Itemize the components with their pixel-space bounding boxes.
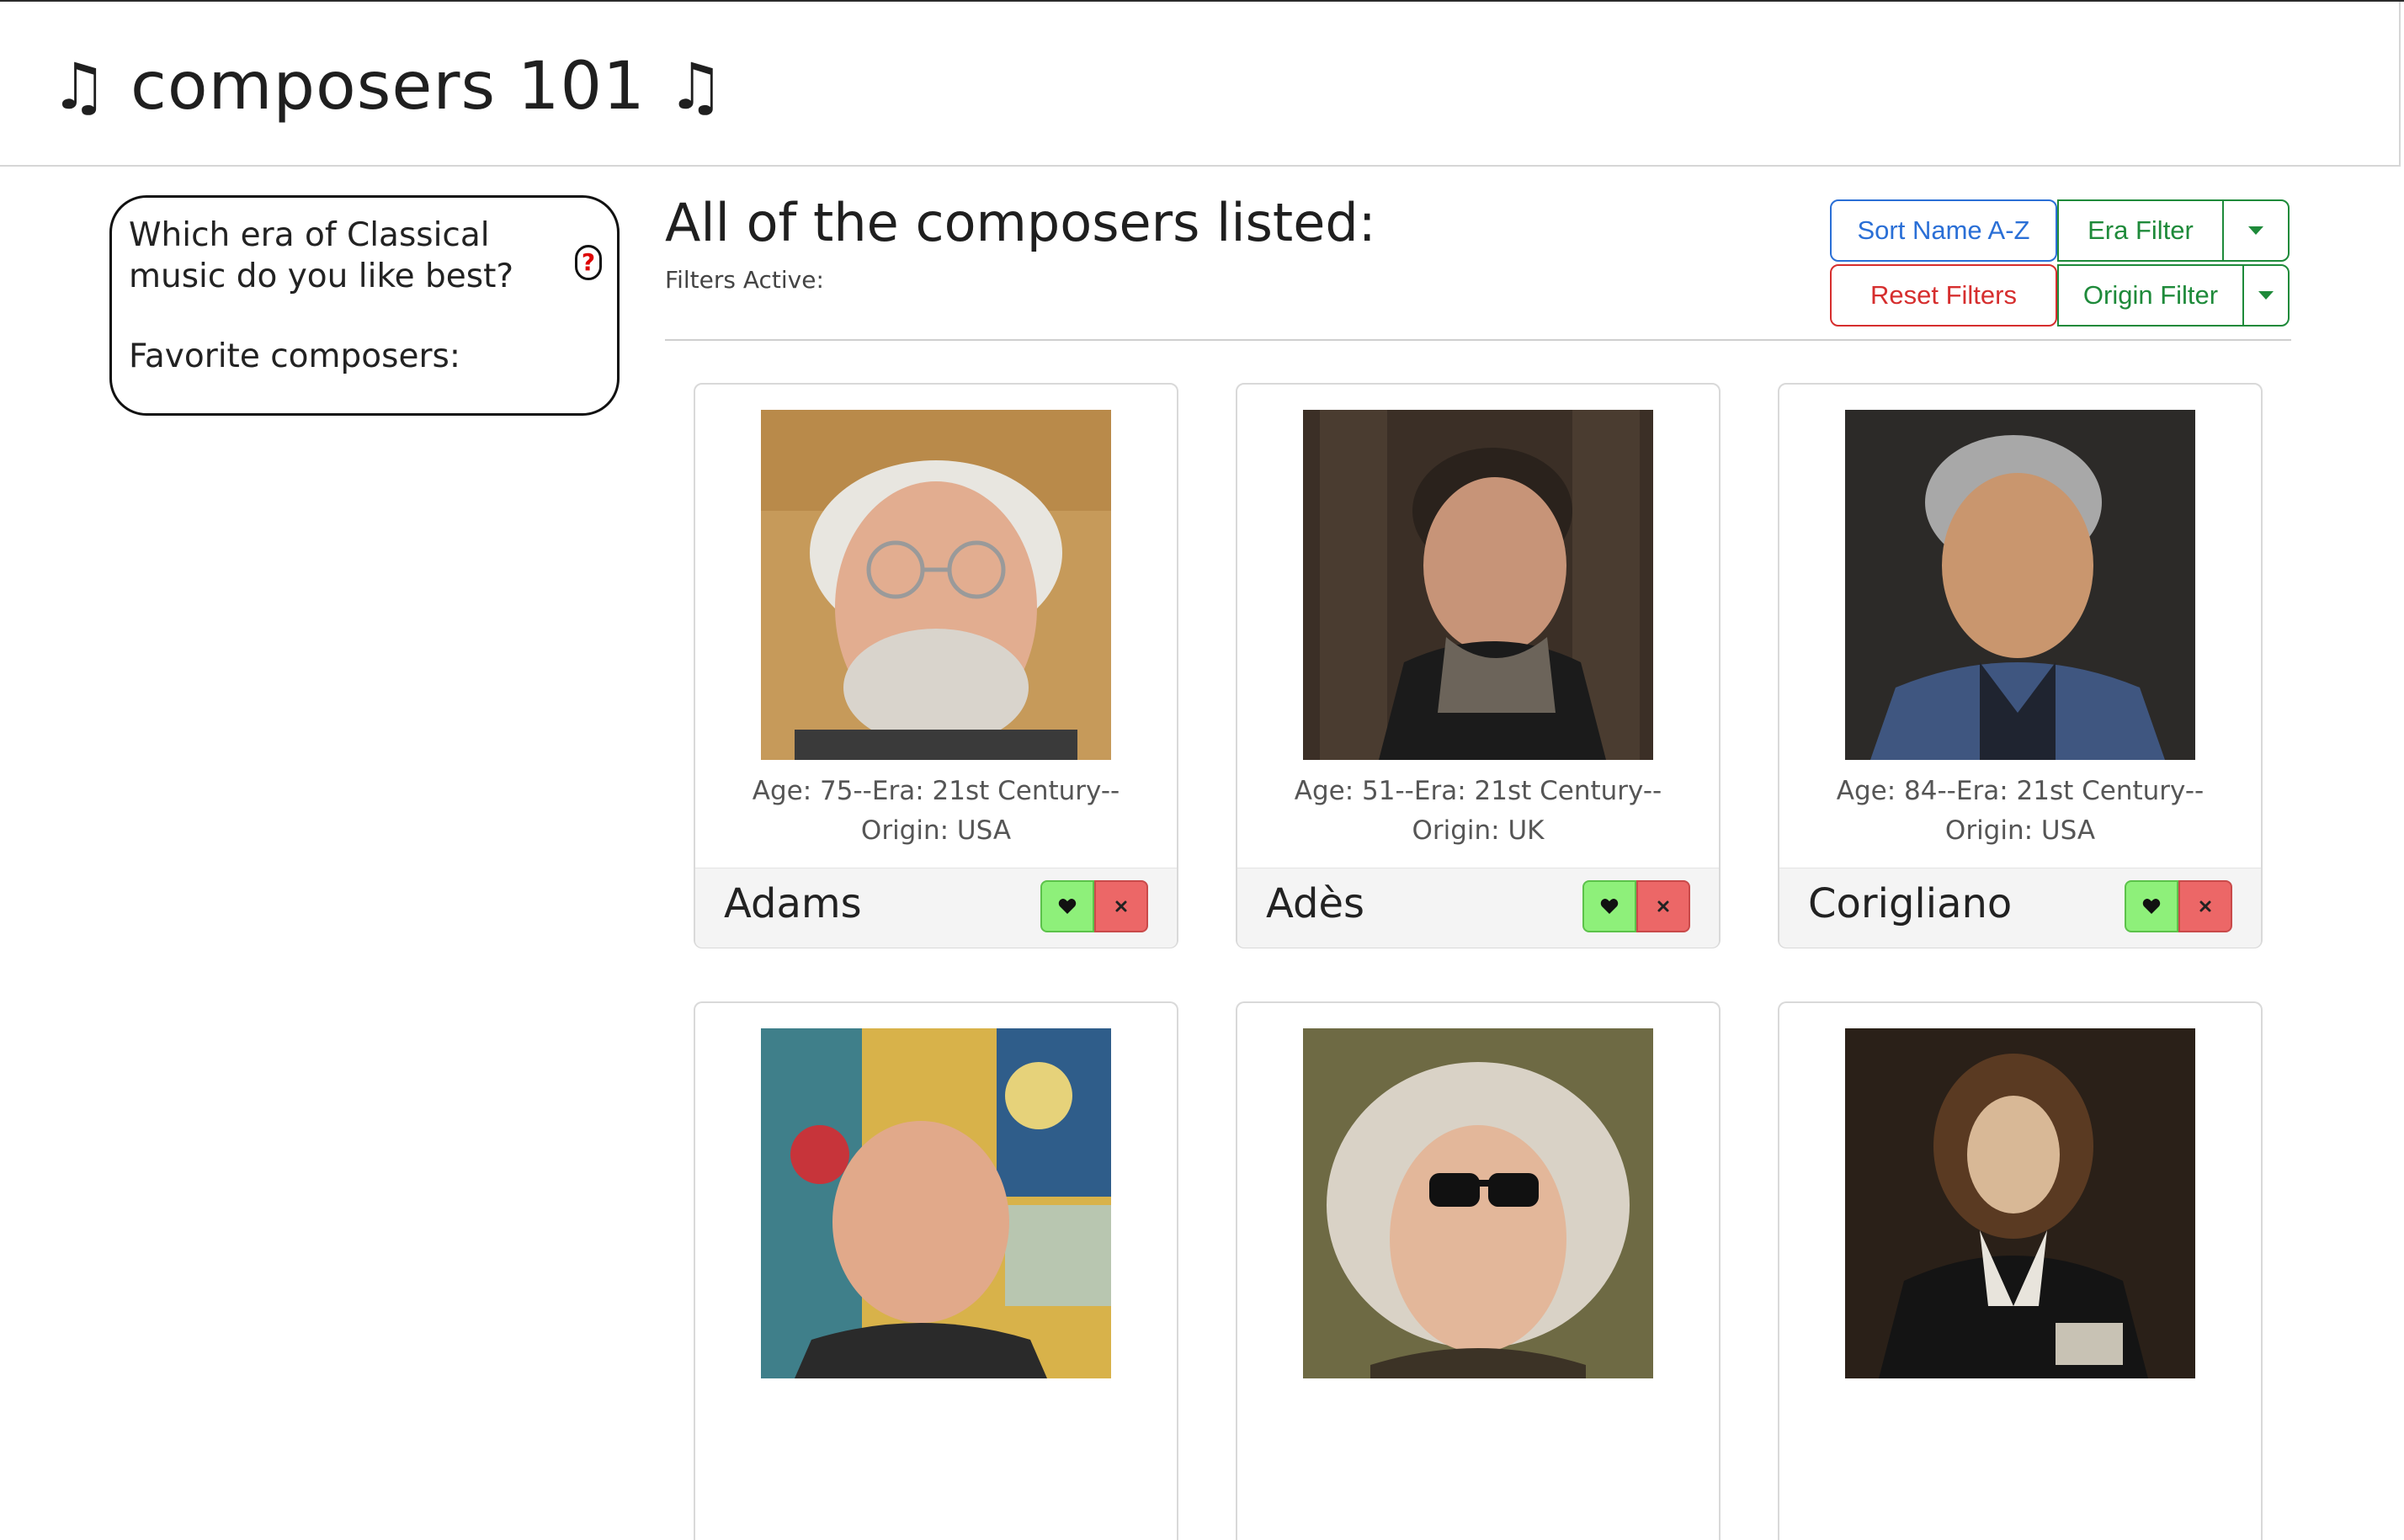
heart-icon <box>2142 899 2161 914</box>
composer-age-era: Age: 51--Era: 21st Century-- <box>1294 776 1662 806</box>
composer-card <box>1778 1001 2263 1540</box>
composer-origin: Origin: USA <box>1944 815 2096 846</box>
composer-info: Age: 51--Era: 21st Century-- Origin: UK <box>1237 772 1719 851</box>
composer-portrait <box>1845 410 2195 760</box>
remove-button[interactable] <box>1636 880 1690 932</box>
composer-origin: Origin: UK <box>1412 815 1545 846</box>
composer-portrait <box>1303 1028 1653 1378</box>
heart-icon <box>1058 899 1077 914</box>
composer-info: Age: 84--Era: 21st Century-- Origin: USA <box>1779 772 2261 851</box>
composer-card: Age: 84--Era: 21st Century-- Origin: USA… <box>1778 383 2263 948</box>
favorite-button[interactable] <box>1582 880 1636 932</box>
remove-button[interactable] <box>1094 880 1148 932</box>
composer-card <box>1236 1001 1721 1540</box>
composer-name: Corigliano <box>1808 880 2013 927</box>
remove-button[interactable] <box>2178 880 2232 932</box>
app-title: ♫ composers 101 ♫ <box>51 49 726 125</box>
favorite-button[interactable] <box>1040 880 1094 932</box>
music-note-icon: ♫ <box>51 49 109 124</box>
composer-age-era: Age: 84--Era: 21st Century-- <box>1836 776 2205 806</box>
favorite-button[interactable] <box>2125 880 2178 932</box>
era-filter-dropdown-toggle[interactable] <box>2222 199 2290 262</box>
origin-filter-button[interactable]: Origin Filter <box>2057 264 2244 327</box>
origin-filter-dropdown-toggle[interactable] <box>2242 264 2290 327</box>
divider <box>665 339 2291 341</box>
era-filter-button[interactable]: Era Filter <box>2057 199 2224 262</box>
composer-info: Age: 75--Era: 21st Century-- Origin: USA <box>695 772 1177 851</box>
page-title: All of the composers listed: <box>665 192 1376 253</box>
composer-origin: Origin: USA <box>860 815 1012 846</box>
era-question: Which era of Classical music do you like… <box>129 216 514 295</box>
composer-portrait <box>761 410 1111 760</box>
heart-icon <box>1600 899 1619 914</box>
close-icon <box>1115 900 1127 912</box>
composer-age-era: Age: 75--Era: 21st Century-- <box>752 776 1120 806</box>
chevron-down-icon <box>2258 291 2274 300</box>
app-title-text: composers 101 <box>130 49 646 125</box>
composer-portrait <box>1303 410 1653 760</box>
app-header: ♫ composers 101 ♫ <box>0 2 2401 167</box>
filters-active-label: Filters Active: <box>665 266 824 294</box>
card-footer: Adès <box>1237 868 1719 948</box>
composer-name: Adès <box>1266 880 1364 927</box>
composer-card: Age: 51--Era: 21st Century-- Origin: UK … <box>1236 383 1721 948</box>
sort-name-button[interactable]: Sort Name A-Z <box>1830 199 2057 262</box>
composer-portrait <box>1845 1028 2195 1378</box>
reset-filters-button[interactable]: Reset Filters <box>1830 264 2057 327</box>
card-footer: Adams <box>695 868 1177 948</box>
composer-portrait <box>761 1028 1111 1378</box>
composer-card <box>694 1001 1178 1540</box>
favorite-composers-label: Favorite composers: <box>129 337 460 375</box>
help-icon[interactable]: ? <box>575 245 602 280</box>
card-footer: Corigliano <box>1779 868 2261 948</box>
composer-name: Adams <box>724 880 862 927</box>
era-preference-panel: Which era of Classical music do you like… <box>109 195 620 416</box>
composer-card: Age: 75--Era: 21st Century-- Origin: USA… <box>694 383 1178 948</box>
close-icon <box>1657 900 1669 912</box>
close-icon <box>2199 900 2211 912</box>
music-note-icon: ♫ <box>667 49 726 124</box>
chevron-down-icon <box>2248 226 2263 235</box>
